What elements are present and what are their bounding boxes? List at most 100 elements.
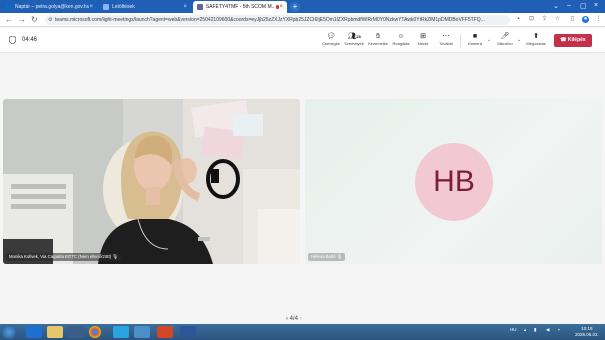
participant-name: Monika Kollvek, Via Carpatia EGTC (Nem e… — [9, 254, 112, 259]
close-icon[interactable]: × — [183, 4, 187, 10]
tab-search-icon[interactable]: ⌄ — [553, 2, 559, 10]
address-bar[interactable]: ⚙ teams.microsoft.com/light-meetings/lau… — [45, 15, 510, 25]
tab-label: SAFETY4TMF - 5th SCOM M... — [205, 4, 274, 10]
people-label: Személyek — [344, 41, 364, 46]
share-label: Megosztás — [526, 41, 546, 46]
chat-label: Csevegés — [322, 41, 340, 46]
raise-hand-button[interactable]: ✋︎ Kézemelés — [366, 32, 390, 46]
view-icon: ⊞ — [420, 33, 426, 40]
avatar: HB — [415, 143, 493, 221]
browser-tab-downloads[interactable]: Letöltések × — [99, 1, 191, 13]
back-icon[interactable]: ← — [5, 15, 13, 24]
skype-icon[interactable] — [113, 326, 129, 338]
tray-expand-icon[interactable]: ▴ — [524, 327, 526, 333]
teams-icon — [197, 4, 203, 10]
volume-icon[interactable]: ◀ — [546, 327, 549, 333]
react-button[interactable]: ☺ Reagálás — [389, 32, 413, 46]
microphone-icon: 🎙︎ — [112, 254, 118, 259]
install-icon[interactable]: ⊡ — [528, 16, 535, 23]
microphone-icon: 🎤︎ — [500, 33, 510, 40]
tab-label: Letöltések — [112, 4, 135, 10]
new-tab-button[interactable]: + — [290, 2, 300, 12]
chat-icon: 💬︎ — [326, 33, 336, 40]
share-page-icon[interactable]: ⇪ — [541, 16, 548, 23]
remote-desktop-icon[interactable] — [134, 326, 150, 338]
raise-hand-icon: ✋︎ — [376, 33, 380, 40]
people-button[interactable]: 👥︎28 Személyek — [342, 32, 366, 46]
divider — [460, 34, 461, 47]
shield-icon — [9, 36, 16, 44]
edge-icon[interactable] — [26, 326, 42, 338]
file-explorer-icon[interactable] — [47, 326, 63, 338]
sidebar-icon[interactable]: ▯ — [569, 16, 576, 23]
raise-hand-label: Kézemelés — [368, 41, 388, 46]
camera-icon: ■ — [472, 33, 478, 40]
network-icon[interactable]: ▮ — [534, 327, 536, 333]
meeting-timer: 04:46 — [22, 37, 38, 43]
notification-icon[interactable]: ▪ — [558, 327, 560, 332]
view-button[interactable]: ⊞ Nézet — [411, 32, 435, 46]
browser-tab-teams[interactable]: SAFETY4TMF - 5th SCOM M... × — [193, 1, 287, 13]
meeting-stage: Monika Kollvek, Via Carpatia EGTC (Nem e… — [0, 54, 605, 324]
close-icon[interactable]: × — [89, 4, 93, 10]
forward-icon[interactable]: → — [18, 15, 26, 24]
microphone-options-chevron-icon[interactable]: ⌄ — [517, 37, 521, 43]
view-label: Nézet — [417, 41, 429, 46]
tab-label: Naptár – petra.golya@ken.gov.hu — [15, 4, 90, 10]
more-button[interactable]: ⋯ További — [434, 32, 458, 46]
people-count: 28 — [356, 34, 361, 39]
download-icon — [103, 4, 109, 10]
participant-video-tile[interactable]: Monika Kollvek, Via Carpatia EGTC (Nem e… — [3, 99, 300, 264]
microphone-icon: 🎙︎ — [336, 254, 343, 259]
media-player-icon[interactable] — [68, 326, 84, 338]
camera-label: Kamera — [467, 41, 482, 46]
share-icon: ⬆ — [533, 33, 539, 40]
participant-name: Helena Boltě — [311, 254, 336, 259]
profile-icon[interactable]: ● — [582, 16, 589, 23]
browser-toolbar: ← → ↻ ⚙ teams.microsoft.com/light-meetin… — [0, 13, 605, 27]
participant-video-feed — [3, 99, 300, 264]
system-clock[interactable]: 10:19 2025.06.02. — [575, 326, 599, 338]
react-icon: ☺ — [397, 33, 405, 40]
leave-label: Kilépés — [567, 37, 586, 43]
more-label: További — [439, 41, 453, 46]
browser-tab-strip: Naptár – petra.golya@ken.gov.hu × Letölt… — [0, 0, 605, 13]
start-button[interactable] — [2, 325, 16, 339]
close-icon[interactable]: × — [279, 4, 283, 10]
participant-avatar-tile[interactable]: HB Helena Boltě 🎙︎ — [305, 99, 602, 264]
chat-button[interactable]: 💬︎ Csevegés — [319, 32, 343, 46]
microphone-button[interactable]: 🎤︎ Mikrofon — [493, 32, 517, 46]
chrome-icon[interactable] — [89, 326, 101, 338]
participant-name-badge: Monika Kollvek, Via Carpatia EGTC (Nem e… — [6, 253, 121, 261]
more-icon: ⋯ — [442, 33, 450, 40]
clock-date: 2025.06.02. — [575, 332, 599, 337]
language-indicator[interactable]: HU — [510, 327, 517, 332]
site-info-icon[interactable]: ⚙ — [48, 15, 52, 25]
calendar-icon — [6, 4, 12, 10]
previous-page-icon[interactable]: ‹ — [286, 316, 288, 322]
menu-icon[interactable]: ⋮ — [595, 16, 602, 23]
minimize-icon[interactable]: – — [567, 2, 571, 9]
leave-button[interactable]: ☎ Kilépés — [554, 34, 592, 47]
react-label: Reagálás — [392, 41, 410, 46]
phone-hangup-icon: ☎ — [560, 37, 567, 43]
bookmark-icon[interactable]: ☆ — [554, 16, 561, 23]
maximize-icon[interactable]: ▢ — [580, 2, 587, 10]
camera-options-chevron-icon[interactable]: ⌄ — [487, 37, 491, 43]
gallery-pager: ‹ 4/4 › — [286, 316, 302, 322]
microphone-label: Mikrofon — [497, 41, 513, 46]
page-indicator: 4/4 — [289, 316, 299, 322]
taskbar: HU ▴ ▮ ◀ ▪ 10:19 2025.06.02. — [0, 324, 605, 340]
camera-permission-icon[interactable]: ▪ — [515, 16, 522, 23]
share-button[interactable]: ⬆ Megosztás — [524, 32, 548, 46]
reload-icon[interactable]: ↻ — [31, 15, 38, 24]
word-icon[interactable] — [180, 326, 196, 338]
powerpoint-icon[interactable] — [157, 326, 173, 338]
people-icon: 👥︎28 — [347, 33, 361, 40]
meeting-toolbar: 04:46 💬︎ Csevegés 👥︎28 Személyek ✋︎ Kéze… — [0, 28, 605, 53]
next-page-icon[interactable]: › — [300, 316, 302, 322]
browser-tab-calendar[interactable]: Naptár – petra.golya@ken.gov.hu × — [2, 1, 97, 13]
close-window-icon[interactable]: × — [594, 2, 598, 9]
url-text: teams.microsoft.com/light-meetings/launc… — [55, 17, 485, 23]
camera-button[interactable]: ■ Kamera — [463, 32, 487, 46]
